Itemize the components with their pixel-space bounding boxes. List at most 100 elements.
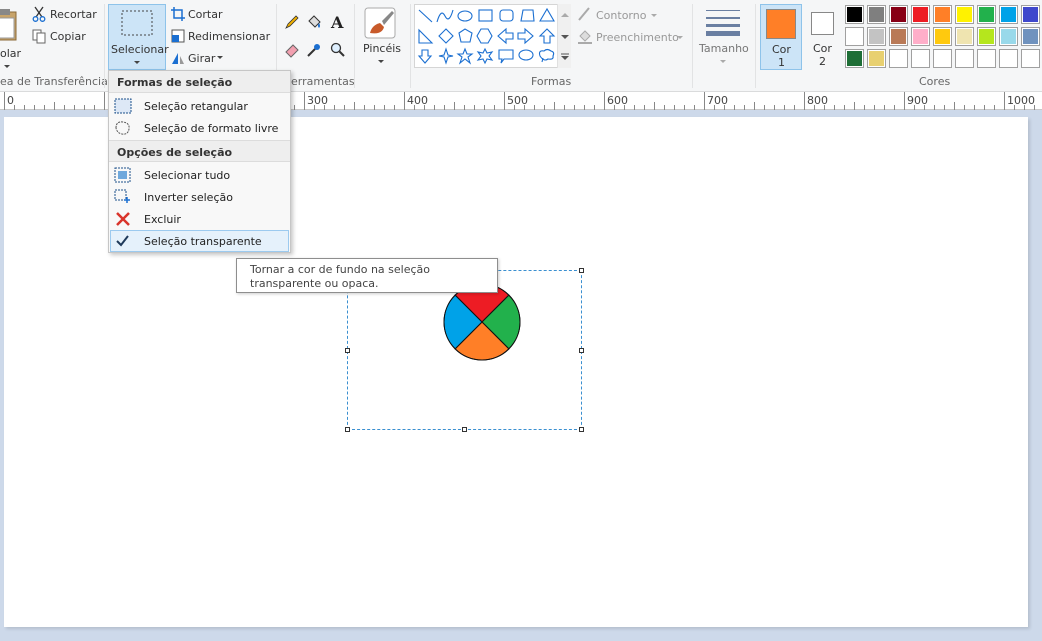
copy-button[interactable]: Copiar [30,28,100,46]
palette-swatch[interactable] [867,49,886,68]
shapes-gallery[interactable] [414,4,571,68]
palette-swatch[interactable] [955,27,974,46]
palette-swatch[interactable] [955,49,974,68]
outline-button[interactable]: Contorno [576,6,686,24]
brushes-button[interactable]: Pincéis [358,4,406,70]
selection-handle[interactable] [579,427,584,432]
pencil-icon[interactable] [284,14,300,30]
palette-swatch-color [1023,29,1038,44]
group-divider [410,4,411,88]
palette-swatch-color [869,7,884,22]
invert-selection-icon [114,189,130,203]
ruler-label: 500 [507,94,528,107]
palette-swatch[interactable] [933,5,952,24]
select-label: Selecionar [111,43,169,56]
crop-button[interactable]: Cortar [170,6,270,24]
palette-swatch[interactable] [977,27,996,46]
line-size-icon [706,10,740,36]
palette-swatch[interactable] [911,5,930,24]
fill-button[interactable]: Preenchimento [576,28,686,46]
selection-handle[interactable] [579,348,584,353]
tooltip: Tornar a cor de fundo na seleção transpa… [236,258,498,293]
eraser-icon[interactable] [284,42,300,58]
palette-swatch-color [1001,29,1016,44]
group-divider [692,4,693,88]
palette-swatch[interactable] [911,49,930,68]
palette-swatch[interactable] [955,5,974,24]
menu-item-free-select[interactable]: Seleção de formato livre [110,117,289,139]
palette-swatch[interactable] [999,49,1018,68]
palette-swatch[interactable] [977,49,996,68]
palette-swatch[interactable] [867,5,886,24]
copy-icon [32,29,46,44]
size-button[interactable]: Tamanho [696,4,750,70]
group-divider [755,4,756,88]
menu-item-transparent[interactable]: Seleção transparente [110,230,289,252]
selection-handle[interactable] [462,427,467,432]
select-button[interactable]: Selecionar [108,4,169,70]
menu-item-select-all[interactable]: Selecionar tudo [110,164,289,186]
shapes-scroll[interactable] [557,4,571,68]
text-tool-icon[interactable]: A [331,13,343,32]
expand-gallery-icon [561,53,569,60]
palette-swatch[interactable] [889,5,908,24]
ruler-label: 600 [607,94,628,107]
palette-swatch[interactable] [1021,49,1040,68]
magnifier-icon[interactable] [330,42,346,58]
palette-swatch-color [913,51,928,66]
palette-swatch-color [847,7,862,22]
cut-label: Recortar [50,8,97,21]
resize-icon [171,29,185,43]
palette-swatch[interactable] [933,49,952,68]
color2-number: 2 [819,55,826,68]
color-picker-icon[interactable] [306,42,322,58]
palette-swatch[interactable] [999,5,1018,24]
selection-handle[interactable] [345,427,350,432]
palette-swatch-color [957,51,972,66]
color1-label: Cor [772,43,791,56]
resize-button[interactable]: Redimensionar [170,28,270,46]
palette-swatch[interactable] [889,49,908,68]
palette-swatch-color [1023,51,1038,66]
chevron-down-icon [217,56,223,59]
selection-handle[interactable] [345,348,350,353]
palette-swatch-color [1023,7,1038,22]
rect-select-icon [121,10,153,36]
chevron-down-icon [378,60,384,63]
select-dropdown-menu: Formas de seleção Seleção retangular Sel… [108,70,291,253]
palette-swatch[interactable] [845,5,864,24]
paste-button[interactable]: olar [0,4,24,70]
menu-item-invert[interactable]: Inverter seleção [110,186,289,208]
selection-handle[interactable] [579,268,584,273]
palette-swatch[interactable] [889,27,908,46]
palette-swatch[interactable] [845,49,864,68]
ruler-label: 0 [7,94,14,107]
cut-button[interactable]: Recortar [30,6,100,24]
menu-item-delete[interactable]: Excluir [110,208,289,230]
palette-swatch[interactable] [977,5,996,24]
palette-swatch[interactable] [867,27,886,46]
palette-swatch-color [979,7,994,22]
palette-swatch[interactable] [1021,5,1040,24]
color1-button[interactable]: Cor 1 [760,4,802,70]
ruler-label: 700 [707,94,728,107]
menu-item-label: Inverter seleção [144,191,233,204]
tools-group-label: erramentas [291,75,355,88]
fill-bucket-icon[interactable] [306,14,322,30]
palette-swatch[interactable] [1021,27,1040,46]
chevron-down-icon [561,35,569,39]
rotate-button[interactable]: Girar [170,50,270,68]
brush-icon [364,7,396,39]
palette-swatch[interactable] [845,27,864,46]
color2-button[interactable]: Cor 2 [806,4,840,70]
chevron-down-icon [677,36,683,39]
palette-swatch[interactable] [999,27,1018,46]
palette-swatch-color [979,29,994,44]
crop-label: Cortar [188,8,223,21]
menu-item-label: Seleção transparente [144,235,262,248]
palette-swatch[interactable] [911,27,930,46]
chevron-down-icon [4,65,10,68]
outline-label: Contorno [596,9,647,22]
palette-swatch[interactable] [933,27,952,46]
menu-item-rect-select[interactable]: Seleção retangular [110,95,289,117]
